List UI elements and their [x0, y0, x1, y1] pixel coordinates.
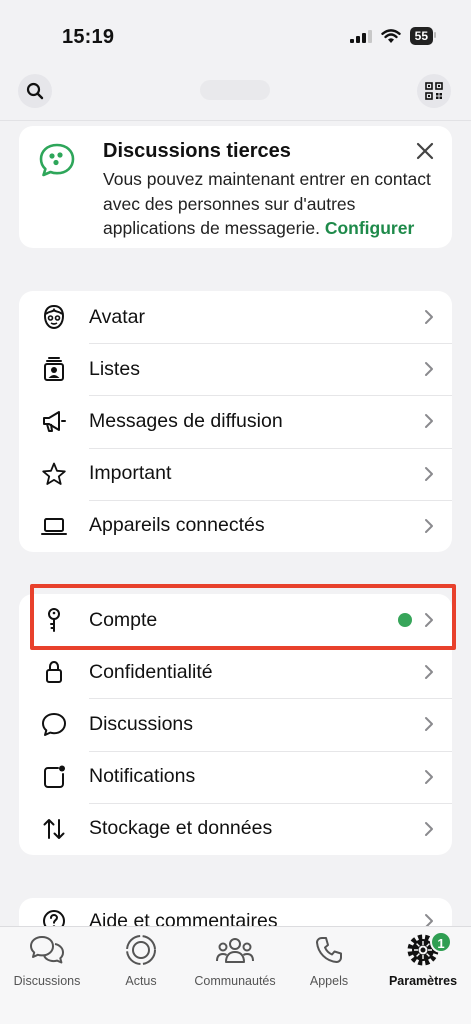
tab-discussions[interactable]: Discussions [0, 933, 94, 988]
title-placeholder [200, 80, 270, 100]
chevron-right-icon [425, 414, 433, 429]
phone-icon [316, 937, 342, 963]
settings-row-label: Notifications [89, 765, 196, 788]
tab-appels[interactable]: Appels [282, 933, 376, 988]
banner-text: Vous pouvez maintenant entrer en contact… [103, 167, 433, 241]
settings-row-label: Confidentialité [89, 660, 213, 683]
status-time: 15:19 [62, 26, 115, 48]
notification-badge: 1 [430, 931, 452, 953]
settings-row-linked-devices[interactable]: Appareils connectés [19, 499, 452, 552]
configure-link[interactable]: Configurer [325, 218, 414, 238]
settings-group-features: Avatar Listes Messages de diffusion Impo… [19, 291, 452, 552]
signal-icon [349, 30, 372, 43]
settings-row-label: Stockage et données [89, 817, 273, 840]
settings-row-label: Avatar [89, 305, 146, 328]
chevron-right-icon [425, 466, 433, 481]
highlight-box [30, 584, 456, 650]
settings-row-label: Discussions [89, 712, 194, 735]
updates-icon [126, 935, 156, 965]
battery-indicator: 55 [409, 27, 437, 45]
header-divider [0, 120, 471, 121]
laptop-icon [41, 517, 67, 535]
search-icon [26, 82, 44, 100]
tab-label: Discussions [13, 974, 81, 988]
chevron-right-icon [425, 362, 433, 377]
settings-row-label: Important [89, 462, 172, 485]
third-party-chats-banner[interactable]: Discussions tierces Vous pouvez maintena… [19, 126, 452, 248]
chevron-right-icon [425, 518, 433, 533]
settings-row-avatar[interactable]: Avatar [19, 291, 452, 343]
notification-icon [44, 765, 65, 788]
search-button[interactable] [18, 74, 52, 108]
star-icon [42, 462, 66, 485]
tab-label: Paramètres [388, 974, 458, 988]
communities-icon [216, 938, 254, 963]
avatar-icon [43, 305, 65, 330]
settings-row-broadcast[interactable]: Messages de diffusion [19, 395, 452, 447]
settings-row-label: Appareils connectés [89, 514, 265, 537]
status-bar: 15:19 55 [0, 0, 471, 70]
chat-bubble-icon [42, 713, 66, 737]
tab-label: Appels [309, 974, 349, 988]
chats-icon [30, 936, 64, 964]
chevron-right-icon [425, 665, 433, 680]
settings-row-lists[interactable]: Listes [19, 343, 452, 395]
close-icon[interactable] [414, 140, 436, 162]
lists-icon [44, 357, 64, 382]
third-party-chat-icon [39, 143, 75, 177]
top-bar [0, 74, 471, 114]
bottom-tab-bar: Discussions Actus Communautés Appels 1 P… [0, 926, 471, 1024]
qr-code-button[interactable] [417, 74, 451, 108]
chevron-right-icon [425, 769, 433, 784]
lock-icon [46, 661, 62, 684]
status-icons: 55 [349, 27, 437, 45]
settings-row-label: Listes [89, 357, 140, 380]
megaphone-icon [43, 411, 66, 433]
chevron-right-icon [425, 717, 433, 732]
settings-row-starred[interactable]: Important [19, 447, 452, 500]
tab-communautes[interactable]: Communautés [188, 933, 282, 988]
settings-row-chats[interactable]: Discussions [19, 698, 452, 750]
wifi-icon [380, 28, 401, 43]
settings-row-storage[interactable]: Stockage et données [19, 802, 452, 855]
chevron-right-icon [425, 821, 433, 836]
qr-code-icon [425, 82, 443, 100]
tab-label: Actus [125, 974, 157, 988]
settings-row-notifications[interactable]: Notifications [19, 750, 452, 803]
arrows-updown-icon [43, 818, 65, 839]
tab-parametres[interactable]: 1 Paramètres [376, 931, 470, 988]
settings-row-privacy[interactable]: Confidentialité [19, 646, 452, 698]
chevron-right-icon [425, 310, 433, 325]
banner-title: Discussions tierces [103, 140, 291, 162]
settings-row-label: Messages de diffusion [89, 409, 283, 432]
tab-label: Communautés [194, 974, 276, 988]
tab-actus[interactable]: Actus [94, 933, 188, 988]
